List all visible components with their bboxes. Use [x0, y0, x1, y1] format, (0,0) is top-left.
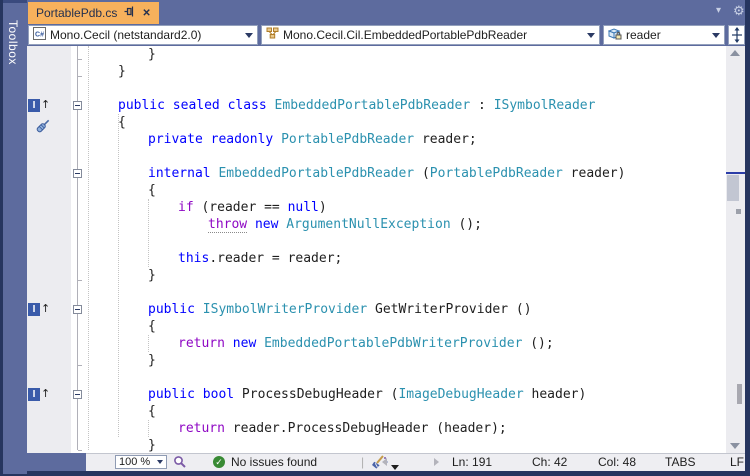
indent-guide [118, 114, 119, 437]
status-column-number[interactable]: Col: 48 [598, 455, 636, 469]
class-icon [266, 27, 279, 43]
outline-region-tick [78, 365, 82, 366]
zoom-level: 100 % [119, 456, 151, 468]
scrollbar-mark [736, 209, 741, 214]
quick-actions-screwdriver-icon[interactable] [34, 117, 52, 140]
type-dropdown[interactable]: Mono.Cecil.Cil.EmbeddedPortablePdbReader [261, 25, 600, 45]
code-line: { [148, 319, 156, 334]
scrollbar-thumb[interactable] [727, 175, 739, 201]
outline-region-tick [78, 59, 82, 60]
window-border-right [745, 0, 750, 476]
private-field-icon [607, 27, 622, 43]
gear-icon[interactable]: ⚙ [733, 3, 745, 19]
reference-glyph-letter: I [28, 303, 40, 316]
chevron-down-icon[interactable]: ▾ [716, 5, 721, 16]
pin-icon[interactable] [124, 6, 135, 20]
type-dropdown-value: Mono.Cecil.Cil.EmbeddedPortablePdbReader [283, 28, 528, 42]
reference-glyph-letter: I [28, 388, 40, 401]
code-line: public sealed class EmbeddedPortablePdbR… [118, 98, 596, 113]
split-window-button[interactable] [728, 25, 745, 45]
zoom-select[interactable]: 100 % [115, 455, 167, 469]
outline-collapse-box[interactable] [73, 305, 82, 314]
scroll-down-arrow[interactable] [730, 443, 740, 449]
code-lines: }} public sealed class EmbeddedPortablePd… [88, 46, 625, 454]
pan-zoom-icon[interactable] [173, 455, 187, 472]
code-line: return reader.ProcessDebugHeader (header… [178, 421, 507, 436]
code-line: { [148, 183, 156, 198]
status-bar: 100 % ✓ No issues found | Ln: 191 Ch: 42… [27, 453, 745, 471]
reference-glyph-icon[interactable]: I ↑ [28, 98, 56, 112]
code-line: { [118, 115, 126, 130]
hscroll-right-arrow[interactable] [434, 458, 439, 466]
indent-guide [148, 420, 149, 437]
code-line: public ISymbolWriterProvider GetWriterPr… [148, 302, 532, 317]
code-line: } [118, 64, 126, 79]
outline-region-tick [78, 280, 82, 281]
toolbox-tab[interactable] [3, 0, 27, 474]
up-arrow-icon: ↑ [41, 302, 51, 315]
code-line: this.reader = reader; [178, 251, 343, 266]
status-corner [27, 453, 86, 471]
toolbox-tab-label[interactable]: Toolbox [6, 20, 20, 65]
code-line: } [148, 47, 156, 62]
outline-collapse-box[interactable] [73, 101, 82, 110]
status-line-number[interactable]: Ln: 191 [452, 455, 492, 469]
document-health-message[interactable]: No issues found [231, 455, 317, 469]
outline-collapse-box[interactable] [73, 169, 82, 178]
indent-guide [88, 46, 89, 450]
code-line: { [148, 404, 156, 419]
indent-guide [148, 199, 149, 267]
scroll-up-arrow[interactable] [730, 50, 740, 56]
separator: | [361, 455, 365, 469]
status-indent-mode[interactable]: TABS [665, 455, 695, 469]
svg-text:C#: C# [35, 32, 44, 39]
check-icon: ✓ [213, 456, 225, 468]
code-line: private readonly PortablePdbReader reade… [148, 132, 477, 147]
reference-glyph-letter: I [28, 99, 40, 112]
document-tab-title: PortablePdb.cs [36, 6, 118, 20]
code-line: return new EmbeddedPortablePdbWriterProv… [178, 336, 554, 351]
status-char-number[interactable]: Ch: 42 [532, 455, 567, 469]
up-arrow-icon: ↑ [41, 98, 51, 111]
scrollbar-mark [737, 384, 742, 404]
code-line: } [148, 438, 156, 453]
member-dropdown-value: reader [626, 28, 661, 42]
code-line: public bool ProcessDebugHeader (ImageDeb… [148, 387, 587, 402]
document-tab[interactable]: PortablePdb.cs ✕ [28, 2, 159, 24]
reference-glyph-icon[interactable]: I ↑ [28, 302, 56, 316]
hscroll-left-arrow[interactable] [382, 458, 387, 466]
chevron-down-icon [157, 460, 163, 464]
code-line: internal EmbeddedPortablePdbReader (Port… [148, 166, 626, 181]
code-line: } [148, 353, 156, 368]
chevron-down-icon [712, 32, 720, 38]
member-dropdown[interactable]: reader [603, 25, 725, 45]
code-line: throw new ArgumentNullException (); [208, 217, 482, 233]
outline-collapse-box[interactable] [73, 390, 82, 399]
chevron-down-icon [245, 32, 253, 38]
vertical-scrollbar[interactable] [726, 46, 745, 453]
close-icon[interactable]: ✕ [142, 8, 150, 19]
outline-region-tick [78, 450, 82, 451]
status-line-ending[interactable]: LF [730, 455, 744, 469]
scrollbar-caret-mark [726, 172, 745, 174]
reference-glyph-icon[interactable]: I ↑ [28, 387, 56, 401]
up-arrow-icon: ↑ [41, 387, 51, 400]
project-dropdown-value: Mono.Cecil (netstandard2.0) [50, 28, 202, 42]
indent-guide [148, 335, 149, 352]
chevron-down-icon [587, 32, 595, 38]
chevron-down-icon[interactable] [391, 459, 399, 473]
code-line: } [148, 268, 156, 283]
outline-region-tick [78, 76, 82, 77]
project-dropdown[interactable]: C# Mono.Cecil (netstandard2.0) [28, 25, 258, 45]
code-line: if (reader == null) [178, 200, 327, 215]
csharp-project-icon: C# [33, 27, 46, 43]
